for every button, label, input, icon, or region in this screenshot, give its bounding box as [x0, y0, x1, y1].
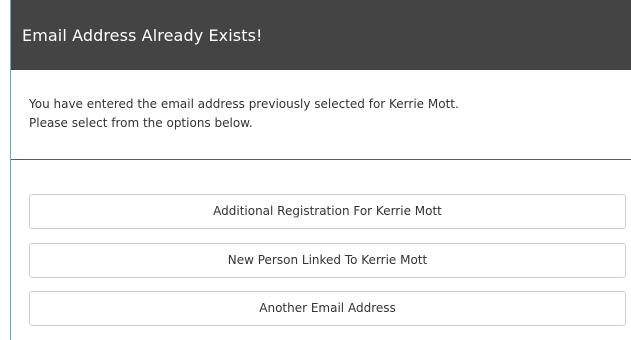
- dialog-header: Email Address Already Exists!: [11, 0, 631, 70]
- email-exists-dialog: Email Address Already Exists! You have e…: [11, 0, 631, 340]
- additional-registration-button[interactable]: Additional Registration For Kerrie Mott: [29, 194, 626, 229]
- dialog-divider: [11, 159, 631, 160]
- new-linked-person-button[interactable]: New Person Linked To Kerrie Mott: [29, 243, 626, 278]
- another-email-address-button[interactable]: Another Email Address: [29, 291, 626, 326]
- dialog-body: You have entered the email address previ…: [11, 70, 631, 159]
- dialog-message-line-2: Please select from the options below.: [29, 116, 253, 130]
- dialog-message-line-1: You have entered the email address previ…: [29, 97, 459, 111]
- dialog-title: Email Address Already Exists!: [22, 26, 263, 45]
- page: Email Address Already Exists! You have e…: [0, 0, 631, 340]
